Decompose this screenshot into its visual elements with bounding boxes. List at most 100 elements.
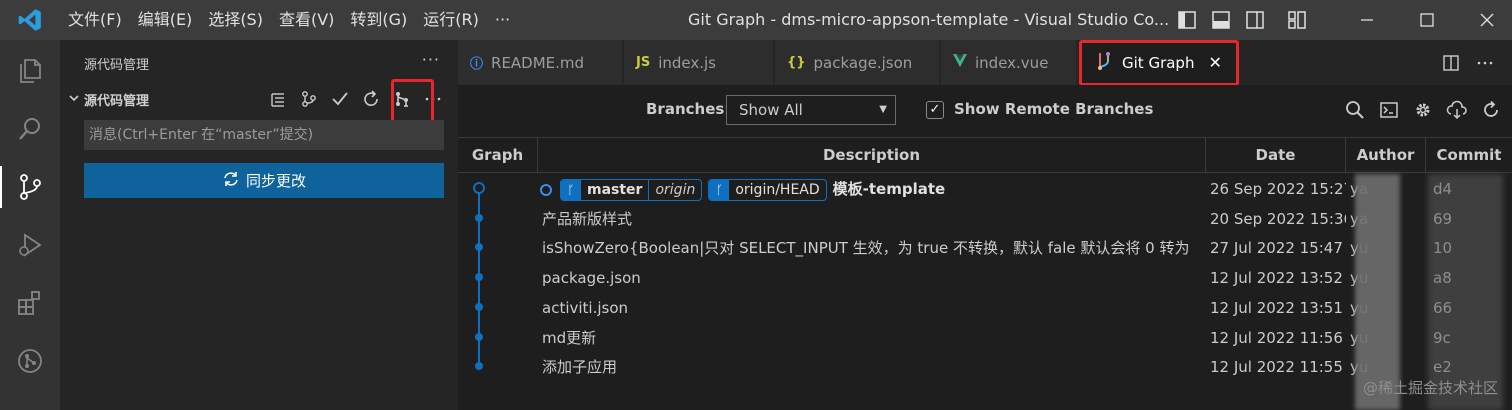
date-cell: 26 Sep 2022 15:27	[1210, 180, 1346, 198]
maximize-icon[interactable]	[1402, 0, 1452, 40]
vue-file-icon	[953, 54, 967, 71]
toggle-primary-sidebar-icon[interactable]	[1170, 0, 1204, 40]
date-cell: 20 Sep 2022 15:36	[1210, 210, 1346, 228]
source-control-sidebar: 源代码管理 ··· 源代码管理 消息(Ctrl+Enter 在“master”提…	[60, 40, 458, 410]
branches-label: Branches:	[646, 100, 731, 118]
title-bar: 文件(F) 编辑(E) 选择(S) 查看(V) 转到(G) 运行(R) ··· …	[0, 0, 1512, 40]
refresh-icon[interactable]	[1474, 95, 1508, 125]
tab-index-vue[interactable]: index.vue	[941, 40, 1077, 85]
git-graph-activity-icon[interactable]	[0, 332, 60, 390]
extensions-icon[interactable]	[0, 274, 60, 332]
menu-file[interactable]: 文件(F)	[60, 0, 130, 40]
table-row[interactable]: ᚴ master origin ᚴ origin/HEAD 模板-template 26 …	[458, 174, 1512, 204]
table-row[interactable]: md更新 12 Jul 2022 11:56 yu 9c	[458, 323, 1512, 353]
description-cell: ᚴ master origin ᚴ origin/HEAD 模板-template	[540, 174, 1204, 204]
date-cell: 12 Jul 2022 11:56	[1210, 329, 1343, 347]
description-cell: isShowZero{Boolean|只对 SELECT_INPUT 生效，为 …	[542, 239, 1190, 257]
table-row[interactable]: isShowZero{Boolean|只对 SELECT_INPUT 生效，为 …	[458, 233, 1512, 263]
date-cell: 27 Jul 2022 15:47	[1210, 239, 1343, 257]
toggle-secondary-sidebar-icon[interactable]	[1238, 0, 1272, 40]
git-graph-button-highlight	[391, 79, 434, 125]
json-file-icon: {}	[787, 55, 806, 70]
commit-message: 模板-template	[832, 180, 946, 198]
commit-check-icon[interactable]	[324, 85, 355, 113]
javascript-file-icon: JS	[636, 55, 651, 70]
column-header-graph[interactable]: Graph	[458, 138, 538, 173]
tab-label: README.md	[491, 53, 585, 72]
column-header-commit[interactable]: Commit	[1426, 138, 1512, 173]
refresh-icon[interactable]	[355, 85, 386, 113]
menu-selection[interactable]: 选择(S)	[200, 0, 271, 40]
settings-gear-icon[interactable]	[1406, 95, 1440, 125]
date-cell: 12 Jul 2022 13:52	[1210, 269, 1343, 287]
search-icon[interactable]	[0, 100, 60, 158]
date-cell: 12 Jul 2022 11:55	[1210, 358, 1343, 376]
minimize-icon[interactable]	[1342, 0, 1392, 40]
description-cell: 产品新版样式	[542, 210, 633, 228]
window-title: Git Graph - dms-micro-appson-template - …	[688, 10, 1168, 29]
window-controls	[1342, 0, 1512, 40]
terminal-icon[interactable]	[1372, 95, 1406, 125]
menu-bar: 文件(F) 编辑(E) 选择(S) 查看(V) 转到(G) 运行(R) ···	[60, 0, 518, 40]
branch-graph-icon[interactable]	[293, 85, 324, 113]
tab-package-json[interactable]: {} package.json	[775, 40, 940, 85]
table-row[interactable]: 添加子应用 12 Jul 2022 11:55 yu e2	[458, 352, 1512, 382]
editor-more-icon[interactable]	[1468, 40, 1502, 85]
branch-icon: ᚴ	[709, 179, 730, 200]
git-graph-controls: Branches: Show All ▼ ✓ Show Remote Branc…	[458, 85, 1512, 137]
chevron-down-icon	[64, 92, 84, 107]
description-cell: md更新	[542, 329, 597, 347]
customize-layout-icon[interactable]	[1280, 0, 1314, 40]
commit-redaction	[1428, 174, 1503, 410]
sidebar-title: 源代码管理	[84, 58, 150, 73]
branches-dropdown[interactable]: Show All ▼	[726, 95, 896, 125]
column-header-description[interactable]: Description	[538, 138, 1206, 173]
sync-label: 同步更改	[245, 172, 306, 190]
toggle-panel-icon[interactable]	[1204, 0, 1238, 40]
info-icon: ⓘ	[470, 57, 484, 72]
sync-icon	[222, 170, 240, 192]
explorer-icon[interactable]	[0, 42, 60, 100]
head-indicator-icon	[540, 183, 552, 196]
activity-bar	[0, 40, 60, 410]
show-remote-branches-label[interactable]: Show Remote Branches	[954, 100, 1153, 118]
run-and-debug-icon[interactable]	[0, 216, 60, 274]
menu-run[interactable]: 运行(R)	[415, 0, 487, 40]
menu-edit[interactable]: 编辑(E)	[130, 0, 201, 40]
table-row[interactable]: 产品新版样式 20 Sep 2022 15:36 ya 69	[458, 204, 1512, 234]
tab-readme[interactable]: ⓘ README.md	[458, 40, 623, 85]
table-row[interactable]: activiti.json 12 Jul 2022 13:51 yu 66	[458, 293, 1512, 323]
description-cell: activiti.json	[542, 299, 629, 317]
table-row[interactable]: package.json 12 Jul 2022 13:52 yu a8	[458, 263, 1512, 293]
tab-label: index.js	[658, 53, 716, 72]
fetch-cloud-icon[interactable]	[1440, 95, 1474, 125]
git-graph-tab-highlight	[1079, 40, 1239, 86]
column-header-date[interactable]: Date	[1206, 138, 1346, 173]
commit-message-input[interactable]: 消息(Ctrl+Enter 在“master”提交)	[84, 120, 444, 150]
table-header: Graph Description Date Author Commit	[458, 137, 1512, 173]
tab-index-js[interactable]: JS index.js	[624, 40, 774, 85]
branches-value: Show All	[739, 101, 803, 119]
branch-icon: ᚴ	[561, 179, 581, 200]
branch-ref-master[interactable]: ᚴ master origin	[560, 178, 703, 201]
search-icon[interactable]	[1338, 95, 1372, 125]
git-graph-toolbar	[1338, 95, 1508, 125]
split-editor-icon[interactable]	[1434, 40, 1468, 85]
description-cell: 添加子应用	[542, 358, 618, 376]
menu-more[interactable]: ···	[487, 0, 518, 40]
show-remote-branches-checkbox[interactable]: ✓	[926, 101, 944, 119]
sidebar-more-button[interactable]: ···	[422, 50, 440, 69]
layout-controls	[1170, 0, 1314, 40]
editor-actions	[1434, 40, 1502, 85]
tab-label: index.vue	[975, 53, 1049, 72]
source-control-icon[interactable]	[0, 158, 60, 216]
menu-go[interactable]: 转到(G)	[342, 0, 415, 40]
description-cell: package.json	[542, 269, 641, 287]
branch-ref-origin-head[interactable]: ᚴ origin/HEAD	[708, 178, 827, 201]
menu-view[interactable]: 查看(V)	[271, 0, 342, 40]
sync-changes-button[interactable]: 同步更改	[84, 163, 444, 198]
column-header-author[interactable]: Author	[1346, 138, 1426, 173]
view-as-list-icon[interactable]	[262, 85, 293, 113]
vscode-logo-icon	[0, 0, 60, 40]
close-window-icon[interactable]	[1462, 0, 1512, 40]
